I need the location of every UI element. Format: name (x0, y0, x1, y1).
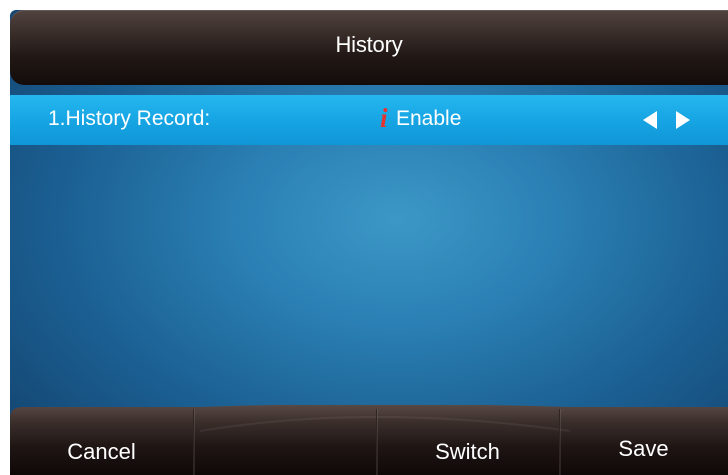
right-arrow-icon[interactable] (676, 111, 690, 129)
save-button[interactable]: Save (559, 405, 728, 475)
title-bar: History (10, 10, 728, 85)
history-record-row[interactable]: 1.History Record: i Enable (10, 95, 728, 145)
history-record-label: 1.History Record: (48, 107, 211, 130)
softkey-bar: Cancel Switch Save (10, 405, 728, 475)
history-record-value[interactable]: Enable (396, 107, 461, 131)
switch-button-label: Switch (435, 439, 500, 464)
save-button-label: Save (618, 436, 669, 461)
cancel-button-label: Cancel (67, 439, 136, 464)
info-icon: i (380, 103, 388, 133)
cancel-button[interactable]: Cancel (10, 405, 193, 475)
page-title: History (335, 32, 403, 57)
empty-softkey[interactable] (193, 405, 376, 475)
left-arrow-icon[interactable] (643, 111, 657, 129)
phone-screen: History 1.History Record: i Enable Cance… (10, 10, 728, 475)
switch-button[interactable]: Switch (376, 405, 559, 475)
